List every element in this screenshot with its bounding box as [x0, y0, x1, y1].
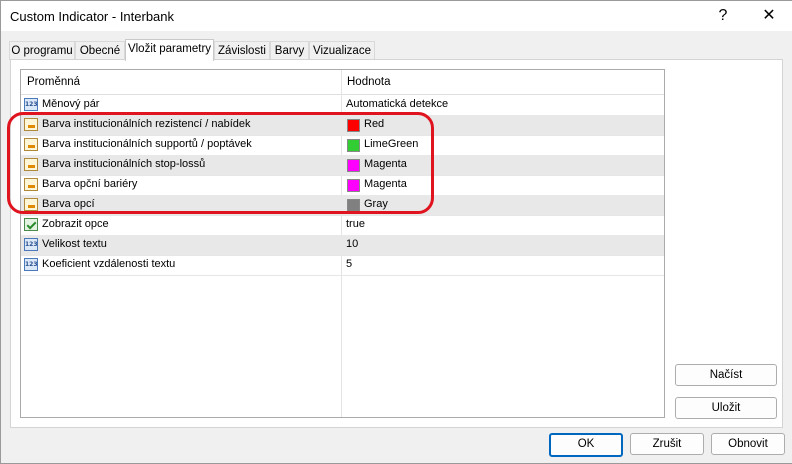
- param-name: Koeficient vzdálenosti textu: [42, 258, 176, 270]
- param-value[interactable]: true: [346, 218, 365, 230]
- tab-o-programu[interactable]: O programu: [9, 41, 75, 60]
- param-row[interactable]: Barva opční bariéry Magenta: [21, 175, 664, 196]
- color-swatch: [347, 139, 360, 152]
- column-header-value[interactable]: Hodnota: [347, 76, 390, 88]
- tab-vlozit-parametry[interactable]: Vložit parametry: [125, 39, 214, 61]
- tab-obecne[interactable]: Obecné: [75, 41, 125, 60]
- cancel-button[interactable]: Zrušit: [630, 433, 704, 455]
- dialog-window: Custom Indicator - Interbank ? ✕ O progr…: [0, 0, 792, 464]
- reset-button[interactable]: Obnovit: [711, 433, 785, 455]
- param-value[interactable]: Automatická detekce: [346, 98, 448, 110]
- color-param-icon: [24, 158, 38, 171]
- param-value[interactable]: Gray: [364, 198, 388, 210]
- param-value[interactable]: Magenta: [364, 158, 407, 170]
- load-button[interactable]: Načíst: [675, 364, 777, 386]
- param-name: Barva institucionálních stop-lossů: [42, 158, 206, 170]
- param-name: Barva institucionálních supportů / poptá…: [42, 138, 252, 150]
- window-title: Custom Indicator - Interbank: [10, 9, 175, 24]
- color-param-icon: [24, 198, 38, 211]
- param-name: Zobrazit opce: [42, 218, 109, 230]
- close-button[interactable]: ✕: [747, 1, 791, 31]
- param-name: Měnový pár: [42, 98, 100, 110]
- param-name: Barva opční bariéry: [42, 178, 138, 190]
- tab-panel: Proměnná Hodnota 123 Měnový pár Automati…: [10, 59, 783, 428]
- param-value[interactable]: LimeGreen: [364, 138, 418, 150]
- param-row[interactable]: Barva institucionálních stop-lossů Magen…: [21, 155, 664, 176]
- param-value[interactable]: 5: [346, 258, 352, 270]
- grid-header: Proměnná Hodnota: [21, 70, 664, 95]
- param-row[interactable]: Zobrazit opce true: [21, 215, 664, 236]
- color-swatch: [347, 179, 360, 192]
- color-param-icon: [24, 118, 38, 131]
- param-name: Barva institucionálních rezistencí / nab…: [42, 118, 251, 130]
- param-row[interactable]: 123 Měnový pár Automatická detekce: [21, 95, 664, 116]
- param-value[interactable]: 10: [346, 238, 358, 250]
- param-row[interactable]: 123 Velikost textu 10: [21, 235, 664, 256]
- parameters-grid: Proměnná Hodnota 123 Měnový pár Automati…: [20, 69, 665, 418]
- title-bar: Custom Indicator - Interbank ? ✕: [1, 1, 792, 31]
- tab-barvy[interactable]: Barvy: [270, 41, 309, 60]
- param-row[interactable]: Barva institucionálních rezistencí / nab…: [21, 115, 664, 136]
- param-row[interactable]: Barva institucionálních supportů / poptá…: [21, 135, 664, 156]
- color-swatch: [347, 199, 360, 212]
- help-button[interactable]: ?: [701, 1, 745, 31]
- param-value[interactable]: Red: [364, 118, 384, 130]
- param-name: Velikost textu: [42, 238, 107, 250]
- param-name: Barva opcí: [42, 198, 95, 210]
- number-param-icon: 123: [24, 258, 38, 271]
- bool-param-icon: [24, 218, 38, 231]
- color-param-icon: [24, 138, 38, 151]
- tab-zavislosti[interactable]: Závislosti: [214, 41, 270, 60]
- param-row[interactable]: 123 Koeficient vzdálenosti textu 5: [21, 255, 664, 276]
- param-value[interactable]: Magenta: [364, 178, 407, 190]
- column-header-name[interactable]: Proměnná: [27, 76, 80, 88]
- save-button[interactable]: Uložit: [675, 397, 777, 419]
- color-swatch: [347, 119, 360, 132]
- param-row[interactable]: Barva opcí Gray: [21, 195, 664, 216]
- tab-vizualizace[interactable]: Vizualizace: [309, 41, 375, 60]
- color-param-icon: [24, 178, 38, 191]
- number-param-icon: 123: [24, 238, 38, 251]
- color-swatch: [347, 159, 360, 172]
- ok-button[interactable]: OK: [549, 433, 623, 457]
- number-param-icon: 123: [24, 98, 38, 111]
